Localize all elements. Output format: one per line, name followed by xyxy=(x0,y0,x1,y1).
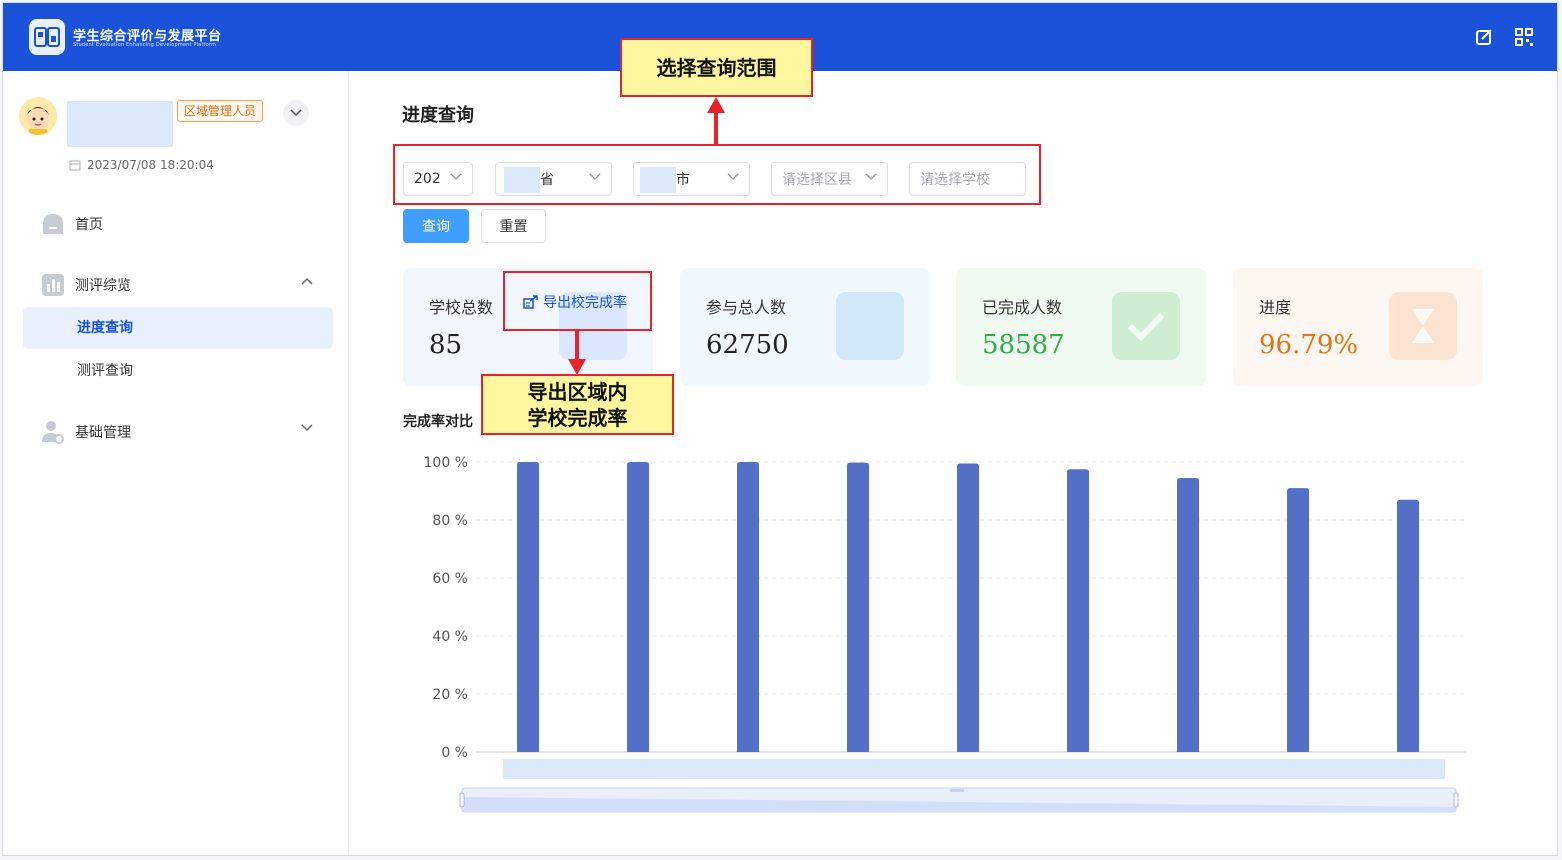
qrcode-icon[interactable] xyxy=(1514,27,1534,47)
y-tick-label: 100 % xyxy=(424,455,468,471)
nav-home-label: 首页 xyxy=(75,217,103,233)
login-time: 2023/07/08 18:20:04 xyxy=(69,158,214,172)
nav-base-management[interactable]: 基础管理 xyxy=(23,411,333,453)
annotation-export-note-line1: 导出区域内 xyxy=(527,379,628,404)
edit-icon[interactable] xyxy=(1475,27,1495,47)
bar[interactable] xyxy=(1397,499,1419,752)
brand-subtitle: Student Evaluation Enhancing Development… xyxy=(73,42,217,48)
nav-evaluation-query[interactable]: 测评查询 xyxy=(23,350,333,392)
chevron-down-icon xyxy=(290,109,302,117)
chevron-up-icon xyxy=(301,277,313,285)
y-tick-label: 20 % xyxy=(432,687,468,703)
bar[interactable] xyxy=(1067,469,1089,752)
bar[interactable] xyxy=(847,462,869,752)
chevron-down-icon xyxy=(301,424,313,432)
checkmark-icon xyxy=(1112,292,1180,360)
reset-button[interactable]: 重置 xyxy=(481,209,546,243)
calendar-icon xyxy=(69,160,81,171)
stat-label: 学校总数 xyxy=(429,298,494,317)
app-window: 学生综合评价与发展平台 Student Evaluation Enhancing… xyxy=(2,2,1558,856)
stat-value: 96.79% xyxy=(1259,330,1359,360)
page-title: 进度查询 xyxy=(402,105,474,126)
bar[interactable] xyxy=(1177,477,1199,752)
home-icon xyxy=(41,212,65,236)
stat-label: 进度 xyxy=(1259,298,1292,317)
login-time-text: 2023/07/08 18:20:04 xyxy=(87,158,214,172)
stat-card-participants: 参与总人数 62750 xyxy=(680,268,930,386)
datazoom-right-handle[interactable] xyxy=(1453,792,1459,808)
annotation-export-highlight xyxy=(503,271,652,331)
user-name-redacted xyxy=(67,101,173,147)
y-tick-label: 60 % xyxy=(432,571,468,587)
bar[interactable] xyxy=(737,462,759,752)
platform-logo-icon xyxy=(29,19,65,55)
badge-person-icon xyxy=(836,292,904,360)
completion-rate-chart: 0 % 20 % 40 % 60 % 80 % 100 % xyxy=(424,455,1466,813)
bar-chart-icon xyxy=(41,273,65,297)
avatar xyxy=(19,97,57,135)
datazoom-grip[interactable] xyxy=(950,789,964,792)
nav-evaluation-overview[interactable]: 测评综览 xyxy=(23,264,333,306)
stat-card-progress: 进度 96.79% xyxy=(1233,268,1483,386)
sidebar: 区域管理人员 2023/07/08 18:20:04 首页 测评综览 进度查询 … xyxy=(3,71,349,855)
nav-progress-query[interactable]: 进度查询 xyxy=(23,307,333,349)
y-tick-label: 80 % xyxy=(432,513,468,529)
stat-label: 参与总人数 xyxy=(706,298,787,317)
bar[interactable] xyxy=(627,462,649,752)
chart-title: 完成率对比 xyxy=(403,414,473,430)
y-tick-label: 40 % xyxy=(432,629,468,645)
stat-value: 85 xyxy=(429,330,463,360)
query-button[interactable]: 查询 xyxy=(403,209,469,243)
annotation-export-note: 导出区域内 学校完成率 xyxy=(481,374,674,435)
user-menu-toggle[interactable] xyxy=(283,100,309,126)
bar[interactable] xyxy=(517,462,539,752)
annotation-filter-highlight xyxy=(393,144,1041,205)
y-tick-label: 0 % xyxy=(441,745,468,761)
stat-label: 已完成人数 xyxy=(982,298,1063,317)
bar[interactable] xyxy=(1287,488,1309,752)
nav-base-management-label: 基础管理 xyxy=(75,425,131,441)
datazoom-slider[interactable] xyxy=(459,787,1459,813)
arrow-down-icon xyxy=(568,331,586,375)
bar[interactable] xyxy=(957,463,979,752)
stat-value: 58587 xyxy=(982,330,1065,360)
arrow-up-icon xyxy=(707,97,725,145)
x-axis-band xyxy=(503,759,1445,779)
stat-card-completed: 已完成人数 58587 xyxy=(956,268,1206,386)
stat-value: 62750 xyxy=(706,330,789,360)
role-badge: 区域管理人员 xyxy=(177,100,264,122)
nav-evaluation-overview-label: 测评综览 xyxy=(75,278,131,294)
annotation-select-range: 选择查询范围 xyxy=(620,38,813,97)
nav-home[interactable]: 首页 xyxy=(23,203,333,245)
annotation-export-note-line2: 学校完成率 xyxy=(527,405,628,430)
user-settings-icon xyxy=(41,420,65,444)
datazoom-left-handle[interactable] xyxy=(459,792,465,808)
hourglass-icon xyxy=(1389,292,1457,360)
